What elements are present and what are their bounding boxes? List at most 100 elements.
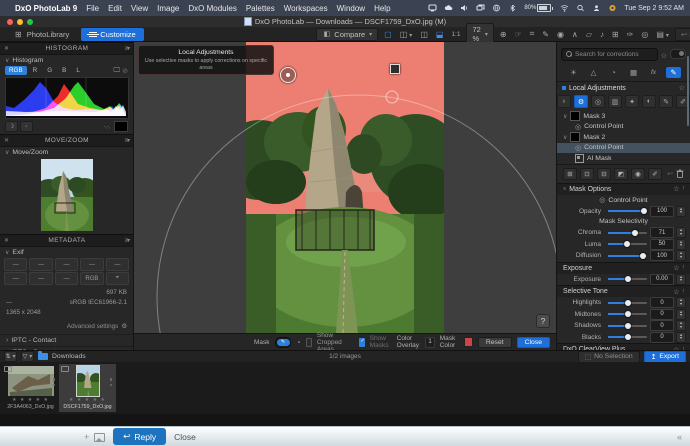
- spotlight-icon[interactable]: [576, 4, 585, 12]
- zoom-window-button[interactable]: [27, 19, 33, 25]
- favorites-filter-icon[interactable]: [661, 45, 667, 63]
- opacity-slider[interactable]: [608, 210, 647, 212]
- palette-menu-icon[interactable]: [124, 237, 129, 244]
- menu-clock[interactable]: Tue Sep 2 9:52 AM: [624, 5, 684, 12]
- clipping-warning-icon[interactable]: ⊘: [122, 67, 128, 75]
- menu-window[interactable]: Window: [337, 4, 365, 13]
- help-button[interactable]: ?: [536, 314, 550, 328]
- user-switch-icon[interactable]: [592, 4, 601, 12]
- channel-l-button[interactable]: L: [72, 66, 84, 75]
- show-masks-checkbox[interactable]: [359, 338, 365, 347]
- local-adjustments-header[interactable]: Local Adjustments: [557, 82, 690, 94]
- settings-tool-icon[interactable]: ⚙: [574, 95, 588, 108]
- mask3-control-point-row[interactable]: Control Point: [557, 122, 690, 133]
- menu-image[interactable]: Image: [157, 4, 179, 13]
- eraser-icon[interactable]: ✐: [648, 168, 662, 180]
- advanced-settings-link[interactable]: Advanced settings: [67, 323, 118, 330]
- chroma-slider[interactable]: [608, 232, 647, 234]
- local-adjustments-category-icon[interactable]: ✎: [666, 67, 681, 78]
- footer-close-link[interactable]: Close: [174, 432, 196, 442]
- image-attach-icon[interactable]: [94, 433, 105, 442]
- reshape-grid-icon[interactable]: ⊞: [610, 30, 621, 39]
- globe-icon[interactable]: [492, 4, 501, 12]
- diffusion-slider[interactable]: [608, 255, 647, 257]
- menu-dxo-modules[interactable]: DxO Modules: [188, 4, 236, 13]
- mask-color-swatch[interactable]: [464, 337, 473, 347]
- mask-options-header[interactable]: ≡ Mask Options !: [557, 183, 690, 195]
- gps-pin-icon[interactable]: ⌖: [106, 272, 129, 285]
- show-cropped-checkbox[interactable]: [306, 338, 312, 347]
- blacks-value[interactable]: 0: [650, 332, 674, 343]
- star-icon[interactable]: [673, 264, 679, 272]
- repair-icon[interactable]: ✑: [625, 30, 636, 39]
- menu-workspaces[interactable]: Workspaces: [284, 4, 328, 13]
- split-preview-icon[interactable]: ⬓: [434, 30, 446, 39]
- windows-icon[interactable]: [476, 4, 485, 12]
- display-icon[interactable]: [428, 4, 437, 12]
- invert-mask-icon[interactable]: ◩: [614, 168, 628, 180]
- blacks-slider[interactable]: [608, 336, 647, 338]
- split-view-icon[interactable]: ◫: [398, 30, 415, 39]
- exposure-value[interactable]: 0.00: [650, 274, 674, 285]
- control-line-tool-icon[interactable]: ✎: [659, 95, 673, 108]
- luma-stepper[interactable]: ▲▼: [676, 239, 686, 250]
- mask-count-stepper[interactable]: 1: [425, 337, 434, 348]
- mask2-control-point-row[interactable]: Control Point: [557, 143, 690, 154]
- chroma-value[interactable]: 71: [650, 227, 674, 238]
- picker-icons[interactable]: ◦,◦,: [104, 124, 110, 130]
- wifi-icon[interactable]: [560, 4, 569, 12]
- blacks-stepper[interactable]: ▲▼: [676, 332, 686, 343]
- star-icon[interactable]: [673, 185, 679, 193]
- palette-menu-icon[interactable]: [124, 137, 129, 144]
- plus-icon[interactable]: +: [84, 432, 89, 442]
- star-rating[interactable]: ★ ★ ★ ★ ★: [69, 398, 106, 403]
- opacity-stepper[interactable]: ▲▼: [676, 206, 686, 217]
- highlights-value[interactable]: 0: [650, 297, 674, 308]
- duplicate-mask-icon[interactable]: ⊟: [597, 168, 611, 180]
- channel-g-button[interactable]: G: [43, 66, 56, 75]
- app-menu-title[interactable]: DxO PhotoLab 9: [15, 4, 77, 13]
- exposure-stepper[interactable]: ▲▼: [676, 274, 686, 285]
- movezoom-preview[interactable]: [0, 157, 133, 234]
- selective-tone-section-header[interactable]: Selective Tone !: [557, 285, 690, 297]
- mask-reset-button[interactable]: Reset: [478, 337, 512, 348]
- midtones-value[interactable]: 0: [650, 309, 674, 320]
- shadows-stepper[interactable]: ▲▼: [676, 320, 686, 331]
- new-mask-icon[interactable]: ⊞: [563, 168, 577, 180]
- exif-section-row[interactable]: Exif: [0, 247, 133, 257]
- tab-photolibrary[interactable]: ⊞ PhotoLibrary: [5, 28, 77, 41]
- detail-category-icon[interactable]: ◔: [606, 67, 621, 78]
- mask2-row[interactable]: Mask 2: [557, 132, 690, 143]
- cloud-icon[interactable]: [444, 4, 453, 12]
- minimize-window-button[interactable]: [17, 19, 23, 25]
- thumbnail-cell[interactable]: ★ ★ ★ ★ ★ 2F3A4063_DxO.jpg: [2, 364, 59, 412]
- control-point-handle[interactable]: [280, 67, 296, 83]
- star-icon[interactable]: [679, 84, 685, 92]
- search-input[interactable]: Search for corrections: [561, 48, 658, 61]
- add-to-mask-icon[interactable]: ⊡: [580, 168, 594, 180]
- midtones-stepper[interactable]: ▲▼: [676, 309, 686, 320]
- volume-icon[interactable]: [460, 4, 469, 12]
- single-view-icon[interactable]: ▢: [382, 30, 394, 39]
- crop-tool-icon[interactable]: ⌗: [528, 29, 537, 39]
- reset-corrections-button[interactable]: ↩ Reset: [675, 28, 690, 41]
- trash-icon[interactable]: [676, 169, 684, 178]
- luma-slider[interactable]: [608, 243, 647, 245]
- diffusion-value[interactable]: 100: [650, 250, 674, 261]
- menu-view[interactable]: View: [131, 4, 148, 13]
- perspective-icon[interactable]: ▱: [584, 30, 594, 39]
- export-button[interactable]: ↥ Export: [644, 351, 686, 363]
- thumbnail-cell-selected[interactable]: ★ ★ ★ ★ ★ DSCF1759_DxO.jpg: [59, 364, 116, 412]
- gradient-tool-icon[interactable]: ▥: [608, 95, 622, 108]
- channel-rgb-button[interactable]: RGB: [5, 66, 27, 75]
- bluetooth-icon[interactable]: [508, 4, 517, 12]
- shadows-value[interactable]: 0: [650, 320, 674, 331]
- histogram-section-row[interactable]: Histogram: [0, 55, 133, 65]
- exposure-section-header[interactable]: Exposure !: [557, 262, 690, 274]
- color-picker-icon[interactable]: ✎: [540, 30, 551, 39]
- menu-file[interactable]: File: [86, 4, 99, 13]
- iptc-contact-row[interactable]: IPTC - Contact: [0, 334, 133, 346]
- photo-with-mask-overlay[interactable]: [246, 42, 444, 333]
- opacity-value[interactable]: 100: [650, 206, 674, 217]
- channel-b-button[interactable]: B: [58, 66, 70, 75]
